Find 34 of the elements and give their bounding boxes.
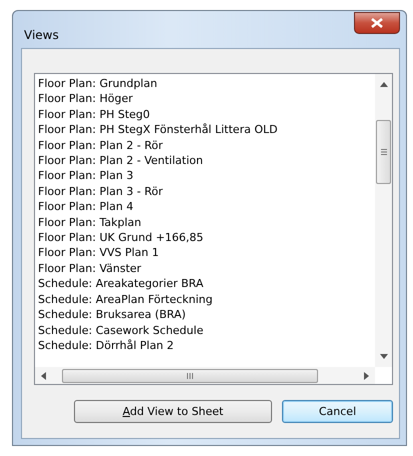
scroll-down-icon[interactable]: [380, 354, 388, 359]
list-item[interactable]: Schedule: AreaPlan Förteckning: [38, 292, 375, 308]
list-item[interactable]: Schedule: Bruksarea (BRA): [38, 307, 375, 322]
scroll-left-icon[interactable]: [41, 372, 46, 380]
add-view-button[interactable]: Add View to Sheet: [74, 400, 272, 423]
list-item[interactable]: Floor Plan: Plan 2 - Rör: [38, 138, 375, 154]
list-item[interactable]: Schedule: Areakategorier BRA: [38, 276, 375, 292]
list-item[interactable]: Floor Plan: Plan 3: [38, 168, 375, 184]
list-item[interactable]: Floor Plan: Höger: [38, 91, 375, 107]
vertical-scrollbar[interactable]: [375, 74, 392, 367]
grip-icon: [380, 149, 386, 155]
list-item[interactable]: Floor Plan: VVS Plan 1: [38, 245, 375, 261]
list-item[interactable]: Floor Plan: Grundplan: [38, 76, 375, 92]
scroll-thumb[interactable]: [376, 120, 391, 184]
scroll-right-icon[interactable]: [364, 372, 369, 380]
window-title: Views: [24, 28, 59, 42]
list-item[interactable]: Floor Plan: PH Steg0: [38, 106, 375, 122]
list-item[interactable]: Schedule: Dörrhål Plan 2: [38, 338, 375, 354]
cancel-button[interactable]: Cancel: [282, 400, 393, 423]
views-list[interactable]: [34, 73, 393, 385]
close-button[interactable]: [354, 12, 400, 34]
list-item[interactable]: Floor Plan: Plan 3 - Rör: [38, 184, 375, 200]
grip-icon: [187, 372, 193, 378]
list-item[interactable]: Floor Plan: Takplan: [38, 214, 375, 230]
scroll-thumb[interactable]: [62, 368, 318, 382]
scroll-up-icon[interactable]: [380, 82, 388, 87]
list-item[interactable]: Floor Plan: Plan 2 - Ventilation: [38, 153, 375, 168]
list-item[interactable]: Floor Plan: PH StegX Fönsterhål Littera OLD: [38, 122, 375, 138]
list-item[interactable]: Floor Plan: Plan 4: [38, 199, 375, 215]
list-item[interactable]: Schedule: Casework Schedule: [38, 322, 375, 338]
list-item[interactable]: Floor Plan: UK Grund +166,85: [38, 230, 375, 246]
horizontal-scrollbar[interactable]: [35, 367, 375, 384]
list-item[interactable]: Floor Plan: Vänster: [38, 260, 375, 276]
close-icon: [371, 18, 383, 28]
